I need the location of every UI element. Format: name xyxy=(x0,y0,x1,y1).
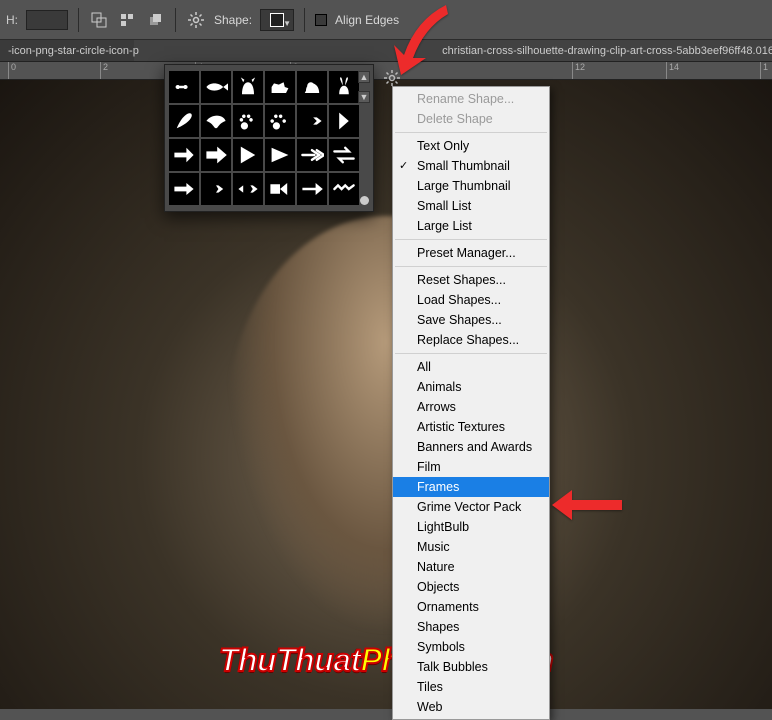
ruler-tick: 0 xyxy=(8,62,16,80)
height-input[interactable] xyxy=(26,10,68,30)
shape-preset-panel: ▲ ▼ xyxy=(164,64,374,212)
shape-preset-snail[interactable] xyxy=(297,71,327,103)
menu-item-all[interactable]: All xyxy=(393,357,549,377)
annotation-arrow-icon xyxy=(386,0,456,85)
menu-separator xyxy=(395,132,547,133)
shape-preset-triangle-right-fat[interactable] xyxy=(265,139,295,171)
menu-item-save-shapes[interactable]: Save Shapes... xyxy=(393,310,549,330)
shape-preset-bird[interactable] xyxy=(201,105,231,137)
menu-item-large-list[interactable]: Large List xyxy=(393,216,549,236)
shape-preset-arrow-fish[interactable] xyxy=(233,173,263,205)
menu-item-large-thumbnail[interactable]: Large Thumbnail xyxy=(393,176,549,196)
shape-preset-arrow-long[interactable] xyxy=(297,105,327,137)
shape-preset-arrow-fat[interactable] xyxy=(201,139,231,171)
menu-item-music[interactable]: Music xyxy=(393,537,549,557)
shape-preset-chevron-right[interactable] xyxy=(329,105,359,137)
height-label: H: xyxy=(6,13,18,27)
annotation-arrow-icon xyxy=(552,488,622,527)
path-ops-icon[interactable] xyxy=(89,10,109,30)
menu-item-preset-manager[interactable]: Preset Manager... xyxy=(393,243,549,263)
menu-item-film[interactable]: Film xyxy=(393,457,549,477)
gear-icon[interactable] xyxy=(186,10,206,30)
menu-item-nature[interactable]: Nature xyxy=(393,557,549,577)
menu-item-text-only[interactable]: Text Only xyxy=(393,136,549,156)
separator xyxy=(78,8,79,32)
menu-item-shapes[interactable]: Shapes xyxy=(393,617,549,637)
shape-picker[interactable]: ▼ xyxy=(260,9,294,31)
shape-preset-paw-2[interactable] xyxy=(265,105,295,137)
separator xyxy=(304,8,305,32)
shape-preset-arrow-dot[interactable] xyxy=(201,173,231,205)
separator xyxy=(175,8,176,32)
menu-item-arrows[interactable]: Arrows xyxy=(393,397,549,417)
scroll-up-icon[interactable]: ▲ xyxy=(358,71,370,83)
menu-item-tiles[interactable]: Tiles xyxy=(393,677,549,697)
shape-preset-arrow-block[interactable] xyxy=(265,173,295,205)
shape-preset-fish[interactable] xyxy=(201,71,231,103)
menu-separator xyxy=(395,239,547,240)
menu-item-frames[interactable]: Frames xyxy=(393,477,549,497)
menu-separator xyxy=(395,266,547,267)
menu-item-small-thumbnail[interactable]: Small Thumbnail✓ xyxy=(393,156,549,176)
menu-item-symbols[interactable]: Symbols xyxy=(393,637,549,657)
menu-item-load-shapes[interactable]: Load Shapes... xyxy=(393,290,549,310)
canvas[interactable] xyxy=(0,80,772,709)
shape-preset-cat[interactable] xyxy=(233,71,263,103)
arrange-icon[interactable] xyxy=(145,10,165,30)
menu-item-lightbulb[interactable]: LightBulb xyxy=(393,517,549,537)
panel-scrollbar[interactable]: ▲ ▼ xyxy=(357,71,371,205)
menu-item-banners-and-awards[interactable]: Banners and Awards xyxy=(393,437,549,457)
shape-preset-rabbit[interactable] xyxy=(329,71,359,103)
menu-item-web[interactable]: Web xyxy=(393,697,549,717)
scroll-down-icon[interactable]: ▼ xyxy=(358,91,370,103)
shape-preset-paw[interactable] xyxy=(233,105,263,137)
menu-item-artistic-textures[interactable]: Artistic Textures xyxy=(393,417,549,437)
ruler-tick: 1 xyxy=(760,62,768,80)
shape-preset-triangle-right[interactable] xyxy=(233,139,263,171)
ruler-tick: 2 xyxy=(100,62,108,80)
check-icon: ✓ xyxy=(399,159,408,172)
shape-preset-arrow-right[interactable] xyxy=(169,173,199,205)
menu-item-small-list[interactable]: Small List xyxy=(393,196,549,216)
resize-handle-icon[interactable] xyxy=(360,196,369,205)
menu-item-reset-shapes[interactable]: Reset Shapes... xyxy=(393,270,549,290)
shape-preset-feather[interactable] xyxy=(169,105,199,137)
shape-preset-menu: Rename Shape...Delete ShapeText OnlySmal… xyxy=(392,86,550,720)
ruler-tick: 14 xyxy=(666,62,679,80)
align-icon[interactable] xyxy=(117,10,137,30)
menu-item-talk-bubbles[interactable]: Talk Bubbles xyxy=(393,657,549,677)
ruler-tick: 12 xyxy=(572,62,585,80)
menu-item-grime-vector-pack[interactable]: Grime Vector Pack xyxy=(393,497,549,517)
shape-preset-bone[interactable] xyxy=(169,71,199,103)
shape-preset-arrow-double[interactable] xyxy=(297,139,327,171)
menu-separator xyxy=(395,353,547,354)
menu-item-rename-shape: Rename Shape... xyxy=(393,89,549,109)
menu-item-ornaments[interactable]: Ornaments xyxy=(393,597,549,617)
shape-label: Shape: xyxy=(214,13,252,27)
watermark-text: ThuThuat xyxy=(219,642,361,678)
document-tab[interactable]: christian-cross-silhouette-drawing-clip-… xyxy=(434,40,772,61)
menu-item-animals[interactable]: Animals xyxy=(393,377,549,397)
shape-preset-dog-left[interactable] xyxy=(265,71,295,103)
shape-preset-arrow-right-2[interactable] xyxy=(297,173,327,205)
menu-item-delete-shape: Delete Shape xyxy=(393,109,549,129)
menu-item-replace-shapes[interactable]: Replace Shapes... xyxy=(393,330,549,350)
shape-preset-arrow-outline[interactable] xyxy=(169,139,199,171)
shape-preset-zigzag[interactable] xyxy=(329,173,359,205)
document-tab[interactable]: -icon-png-star-circle-icon-p xyxy=(0,40,134,61)
menu-item-objects[interactable]: Objects xyxy=(393,577,549,597)
align-edges-checkbox[interactable] xyxy=(315,14,327,26)
shape-preset-arrow-swap[interactable] xyxy=(329,139,359,171)
